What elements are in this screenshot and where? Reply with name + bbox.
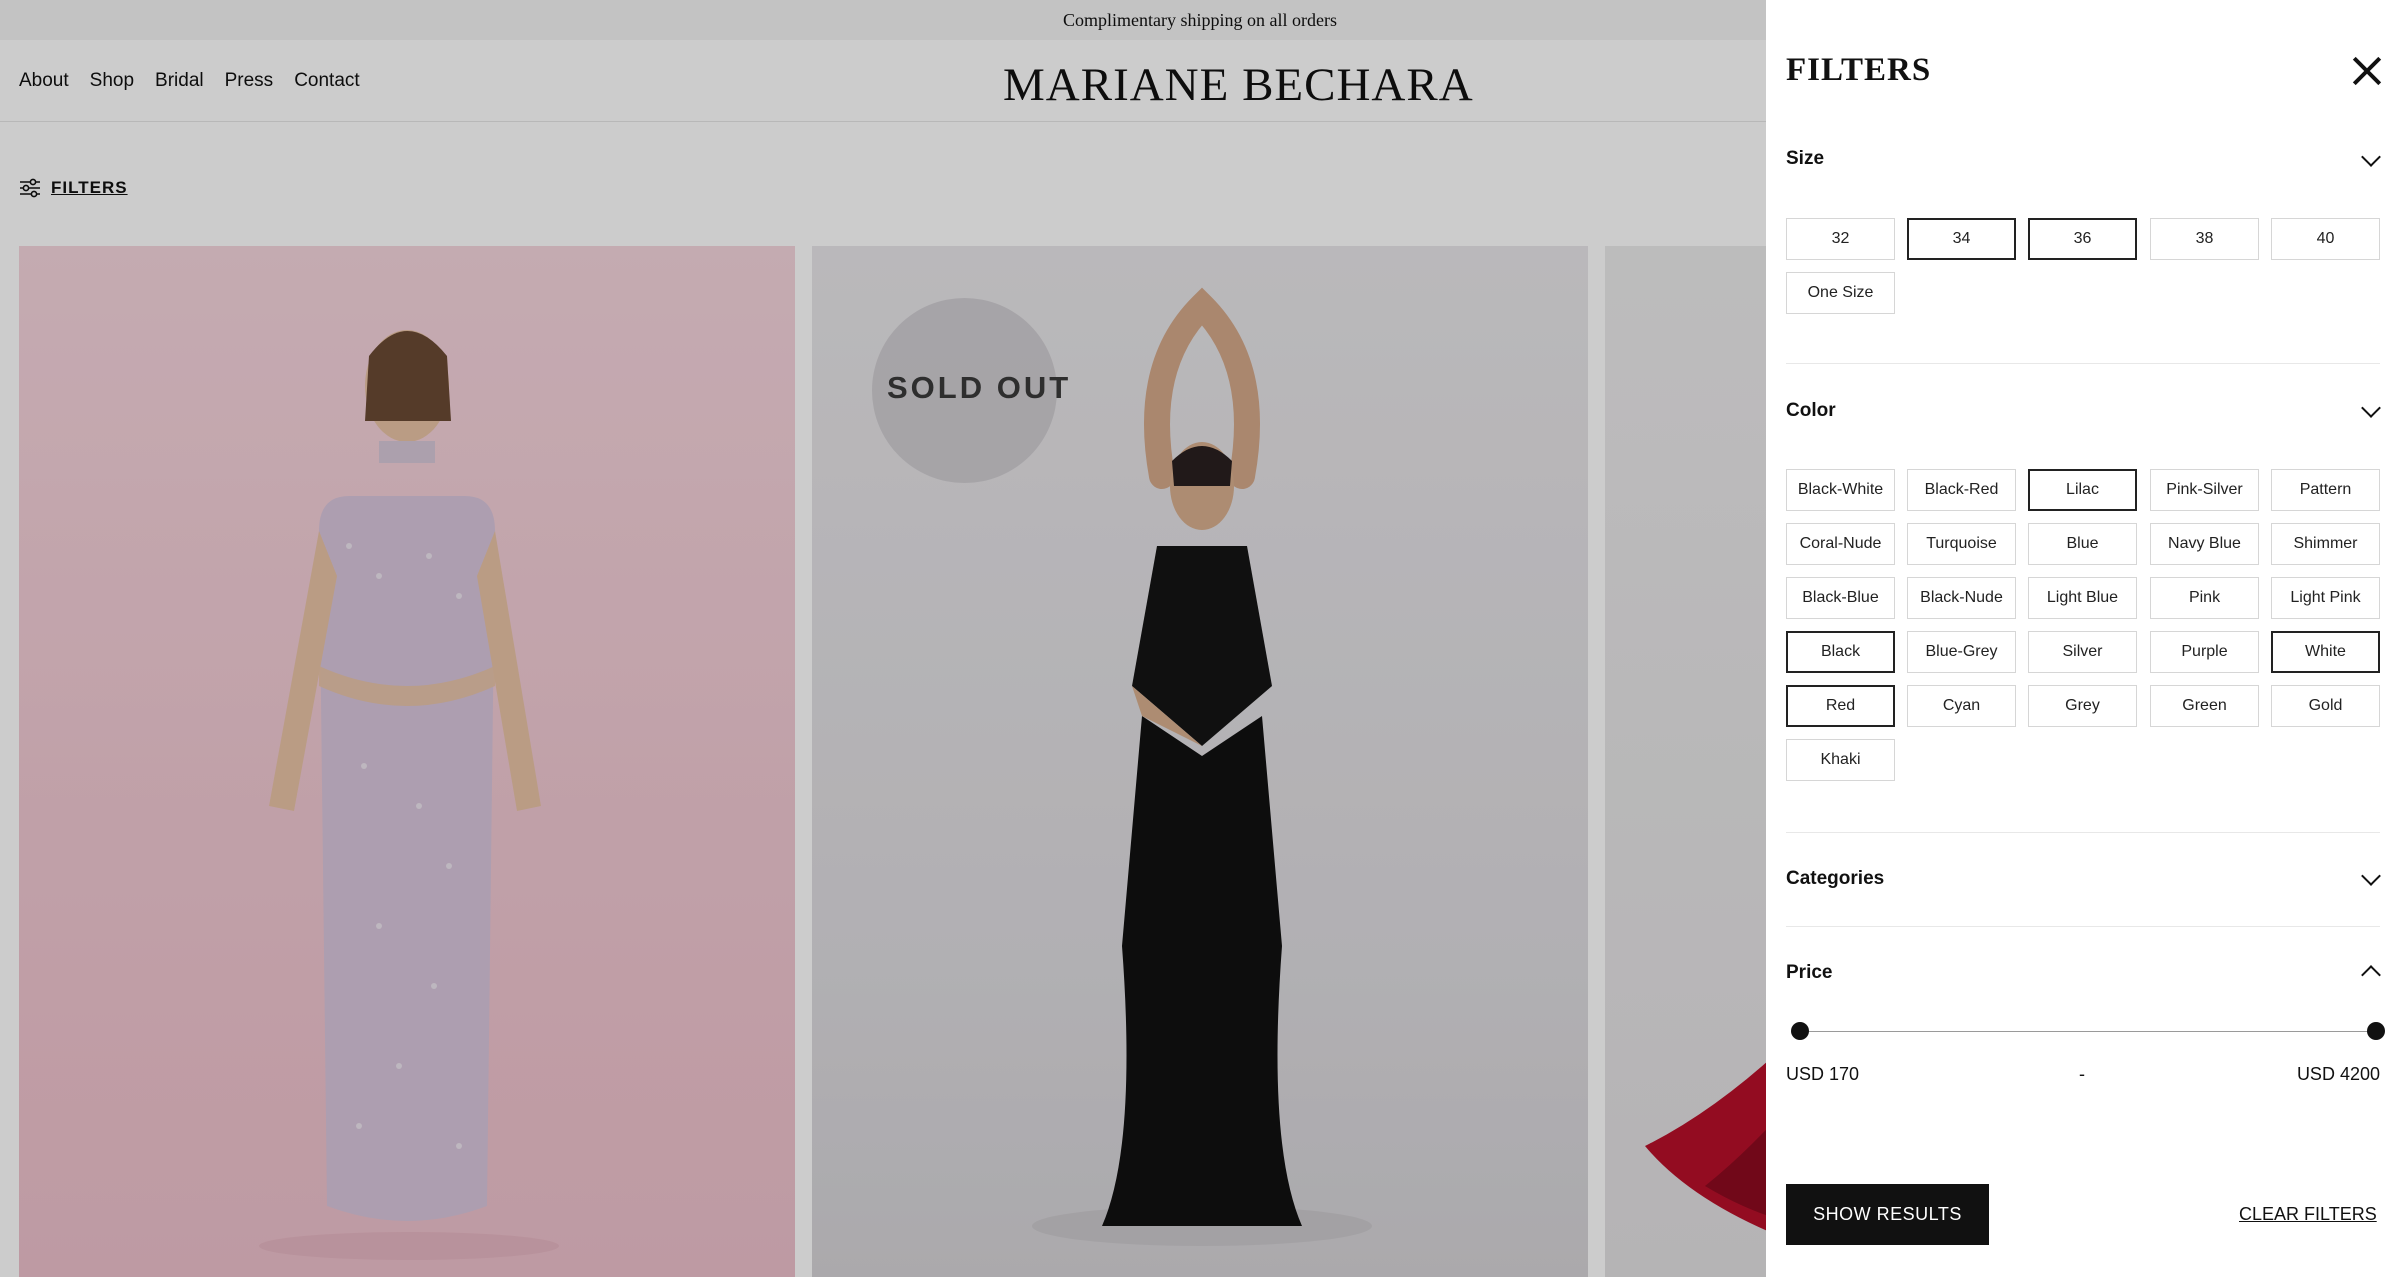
drawer-backdrop[interactable] [0,0,1766,1277]
color-option[interactable]: Pink-Silver [2150,469,2259,511]
chevron-up-icon[interactable] [2361,965,2381,985]
color-option[interactable]: Blue [2028,523,2137,565]
clear-filters-link[interactable]: CLEAR FILTERS [2239,1204,2377,1225]
color-option[interactable]: Navy Blue [2150,523,2259,565]
price-min-value: USD 170 [1786,1064,1860,1084]
color-option[interactable]: Blue-Grey [1907,631,2016,673]
color-option[interactable]: Lilac [2028,469,2137,511]
color-option[interactable]: Black-White [1786,469,1895,511]
size-option[interactable]: 38 [2150,218,2259,260]
color-option[interactable]: Pattern [2271,469,2380,511]
filters-drawer: FILTERS Size 32 34 36 38 40 One Size Color Bl… [1766,0,2400,1277]
categories-section-title[interactable]: Categories [1786,868,1884,890]
color-section-title[interactable]: Color [1786,400,1836,422]
color-option[interactable]: Black-Blue [1786,577,1895,619]
close-icon[interactable] [2352,56,2382,86]
color-option[interactable]: Gold [2271,685,2380,727]
size-option[interactable]: 34 [1907,218,2016,260]
color-option[interactable]: Cyan [1907,685,2016,727]
color-option[interactable]: Khaki [1786,739,1895,781]
price-min-handle[interactable] [1791,1022,1809,1040]
color-option[interactable]: Black-Red [1907,469,2016,511]
section-divider [1786,832,2380,833]
drawer-title: FILTERS [1786,52,1932,88]
size-option[interactable]: 40 [2271,218,2380,260]
color-option[interactable]: Black-Nude [1907,577,2016,619]
chevron-down-icon[interactable] [2361,147,2381,167]
color-option[interactable]: Coral-Nude [1786,523,1895,565]
color-option[interactable]: Purple [2150,631,2259,673]
color-option[interactable]: Red [1786,685,1895,727]
price-max-handle[interactable] [2367,1022,2385,1040]
section-divider [1786,926,2380,927]
color-option[interactable]: Light Blue [2028,577,2137,619]
color-option[interactable]: Turquoise [1907,523,2016,565]
color-option[interactable]: Green [2150,685,2259,727]
size-option[interactable]: One Size [1786,272,1895,314]
color-option[interactable]: Black [1786,631,1895,673]
price-slider-track[interactable] [1798,1031,2376,1032]
price-separator: - [2079,1064,2085,1084]
color-option[interactable]: Silver [2028,631,2137,673]
chevron-down-icon[interactable] [2361,398,2381,418]
size-option[interactable]: 36 [2028,218,2137,260]
size-option[interactable]: 32 [1786,218,1895,260]
section-divider [1786,363,2380,364]
color-option[interactable]: Shimmer [2271,523,2380,565]
price-section-title[interactable]: Price [1786,962,1832,984]
color-option[interactable]: White [2271,631,2380,673]
chevron-down-icon[interactable] [2361,866,2381,886]
size-section-title[interactable]: Size [1786,148,1824,170]
color-option[interactable]: Light Pink [2271,577,2380,619]
price-max-value: USD 4200 [2296,1064,2380,1084]
color-option[interactable]: Grey [2028,685,2137,727]
color-option[interactable]: Pink [2150,577,2259,619]
show-results-button[interactable]: SHOW RESULTS [1786,1184,1989,1245]
